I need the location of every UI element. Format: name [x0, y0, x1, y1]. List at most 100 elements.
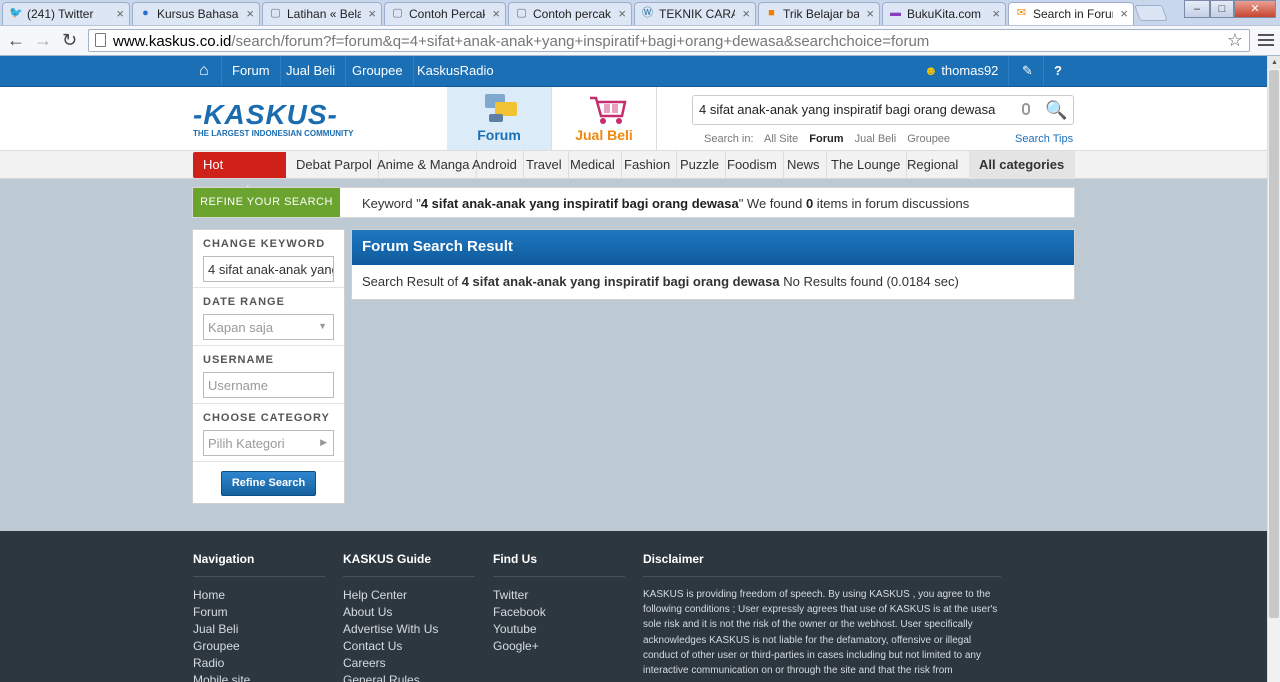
new-tab-button[interactable]: [1134, 5, 1168, 21]
footer-link-jual-beli[interactable]: Jual Beli: [193, 621, 250, 638]
category-anime-manga[interactable]: Anime & Manga: [371, 151, 477, 179]
close-tab-icon[interactable]: ×: [116, 6, 124, 21]
category-medical[interactable]: Medical: [564, 151, 622, 179]
page-icon: ▢: [392, 7, 403, 19]
tab-teknik[interactable]: Ⓦ TEKNIK CARA ×: [634, 2, 756, 25]
category-debat-parpol[interactable]: Debat Parpol: [290, 151, 379, 179]
home-icon[interactable]: ⌂: [192, 56, 222, 86]
username-section: USERNAME Username: [193, 346, 344, 404]
topnav-forum[interactable]: Forum: [222, 56, 281, 86]
keyword-input[interactable]: 4 sifat anak-anak yang inspiratif bagi o…: [203, 256, 334, 282]
category-news[interactable]: News: [781, 151, 827, 179]
kaskus-logo[interactable]: -KASKUS- THE LARGEST INDONESIAN COMMUNITY: [193, 101, 353, 139]
refine-message: Keyword "4 sifat anak-anak yang inspirat…: [362, 196, 970, 211]
topnav-groupee[interactable]: Groupee: [342, 56, 414, 86]
close-tab-icon[interactable]: ×: [618, 6, 626, 21]
footer-link-facebook[interactable]: Facebook: [493, 604, 546, 621]
back-arrow-icon[interactable]: ←: [7, 30, 25, 50]
kaskus-icon: ✉: [1016, 7, 1027, 19]
header-tab-jual-beli[interactable]: Jual Beli: [551, 87, 657, 150]
page-icon: [95, 33, 106, 47]
topnav-kaskusradio[interactable]: KaskusRadio: [407, 56, 504, 86]
close-tab-icon[interactable]: ×: [742, 6, 750, 21]
tab-trik[interactable]: ■Trik Belajar bahasa×: [758, 2, 880, 25]
close-tab-icon[interactable]: ×: [866, 6, 874, 21]
help-icon[interactable]: ?: [1044, 56, 1072, 86]
footer-link-general-rules[interactable]: General Rules: [343, 672, 438, 682]
category-android[interactable]: Android: [466, 151, 524, 179]
all-categories-dropdown[interactable]: All categories ▼: [969, 151, 1075, 199]
footer-link-home[interactable]: Home: [193, 587, 250, 604]
divider: [343, 576, 475, 577]
search-icon[interactable]: 🔍: [1045, 100, 1067, 121]
scope-groupee[interactable]: Groupee: [907, 133, 950, 145]
menu-icon[interactable]: [1258, 31, 1274, 49]
address-bar[interactable]: www.kaskus.co.id/search/forum?f=forum&q=…: [88, 29, 1250, 52]
footer-link-mobile-site[interactable]: Mobile site: [193, 672, 250, 682]
close-tab-icon[interactable]: ×: [246, 6, 254, 21]
category-travel[interactable]: Travel: [520, 151, 569, 179]
footer-link-forum[interactable]: Forum: [193, 604, 250, 621]
tab-bukukita[interactable]: ▬ BukuKita.com ×: [882, 2, 1006, 25]
browser-chrome: 🐦 (241) Twitter × ● Kursus Bahasa × ▢ Latihan…: [0, 0, 1280, 56]
refine-search-button[interactable]: Refine Search: [221, 471, 316, 496]
window-close-button[interactable]: ✕: [1234, 0, 1276, 18]
search-tips-link[interactable]: Search Tips: [1015, 133, 1073, 145]
top-nav-bar: ⌂ Forum Jual Beli Groupee KaskusRadio ☻ …: [0, 56, 1267, 87]
twitter-icon: 🐦: [9, 7, 23, 19]
search-input[interactable]: [699, 102, 1017, 117]
footer-link-help-center[interactable]: Help Center: [343, 587, 438, 604]
scope-forum[interactable]: Forum: [809, 133, 843, 145]
search-result-panel: Forum Search Result Search Result of 4 s…: [351, 229, 1075, 300]
footer-guide-links: Help Center About Us Advertise With Us C…: [343, 587, 438, 682]
close-tab-icon[interactable]: ×: [492, 6, 500, 21]
category-puzzle[interactable]: Puzzle: [674, 151, 727, 179]
forward-arrow-icon[interactable]: →: [34, 30, 52, 50]
wordpress-icon: Ⓦ: [642, 7, 653, 19]
category-the-lounge[interactable]: The Lounge: [825, 151, 908, 179]
topnav-jual-beli[interactable]: Jual Beli: [276, 56, 347, 86]
footer-link-careers[interactable]: Careers: [343, 655, 438, 672]
date-range-select[interactable]: Kapan saja ▼: [203, 314, 334, 340]
close-tab-icon[interactable]: ×: [368, 6, 376, 21]
close-tab-icon[interactable]: ×: [1120, 6, 1128, 21]
footer-guide-heading: KASKUS Guide: [343, 552, 432, 566]
scrollbar[interactable]: ▲: [1267, 56, 1280, 682]
footer-link-groupee[interactable]: Groupee: [193, 638, 250, 655]
category-foodism[interactable]: Foodism: [721, 151, 784, 179]
category-regional[interactable]: Regional: [901, 151, 964, 179]
microphone-icon[interactable]: [1022, 103, 1030, 115]
footer-link-about-us[interactable]: About Us: [343, 604, 438, 621]
footer-link-youtube[interactable]: Youtube: [493, 621, 546, 638]
browser-toolbar: ← → ↻ www.kaskus.co.id/search/forum?f=fo…: [0, 25, 1280, 56]
minimize-button[interactable]: –: [1184, 0, 1210, 18]
tab-kursus[interactable]: ● Kursus Bahasa ×: [132, 2, 260, 25]
tab-twitter[interactable]: 🐦 (241) Twitter ×: [2, 2, 130, 25]
reload-icon[interactable]: ↻: [62, 30, 77, 50]
tab-search-forum[interactable]: ✉ Search in Forum ×: [1008, 2, 1134, 25]
edit-icon[interactable]: ✎: [1012, 56, 1044, 86]
footer-link-google-plus[interactable]: Google+: [493, 638, 546, 655]
category-select[interactable]: Pilih Kategori ▶: [203, 430, 334, 456]
result-text: Search Result of 4 sifat anak-anak yang …: [362, 274, 959, 289]
footer-link-advertise[interactable]: Advertise With Us: [343, 621, 438, 638]
user-menu[interactable]: ☻ thomas92: [918, 56, 1010, 86]
footer-link-twitter[interactable]: Twitter: [493, 587, 546, 604]
page-icon: ▢: [516, 7, 527, 19]
header-tab-forum[interactable]: Forum: [447, 87, 551, 150]
bookmark-star-icon[interactable]: ☆: [1227, 30, 1243, 51]
tab-latihan[interactable]: ▢Latihan « Belajar×: [262, 2, 382, 25]
footer-link-contact-us[interactable]: Contact Us: [343, 638, 438, 655]
tab-contoh-2[interactable]: ▢Contoh percakapan×: [508, 2, 632, 25]
scroll-up-arrow-icon[interactable]: ▲: [1268, 56, 1280, 69]
refine-sidebar: CHANGE KEYWORD 4 sifat anak-anak yang in…: [192, 229, 345, 504]
tab-contoh-1[interactable]: ▢Contoh Percakapan×: [384, 2, 506, 25]
category-fashion[interactable]: Fashion: [618, 151, 678, 179]
scope-jual-beli[interactable]: Jual Beli: [855, 133, 897, 145]
username-input[interactable]: Username: [203, 372, 334, 398]
footer-link-radio[interactable]: Radio: [193, 655, 250, 672]
scope-all-site[interactable]: All Site: [764, 133, 798, 145]
scrollbar-thumb[interactable]: [1269, 70, 1279, 618]
maximize-button[interactable]: □: [1210, 0, 1234, 18]
close-tab-icon[interactable]: ×: [992, 6, 1000, 21]
